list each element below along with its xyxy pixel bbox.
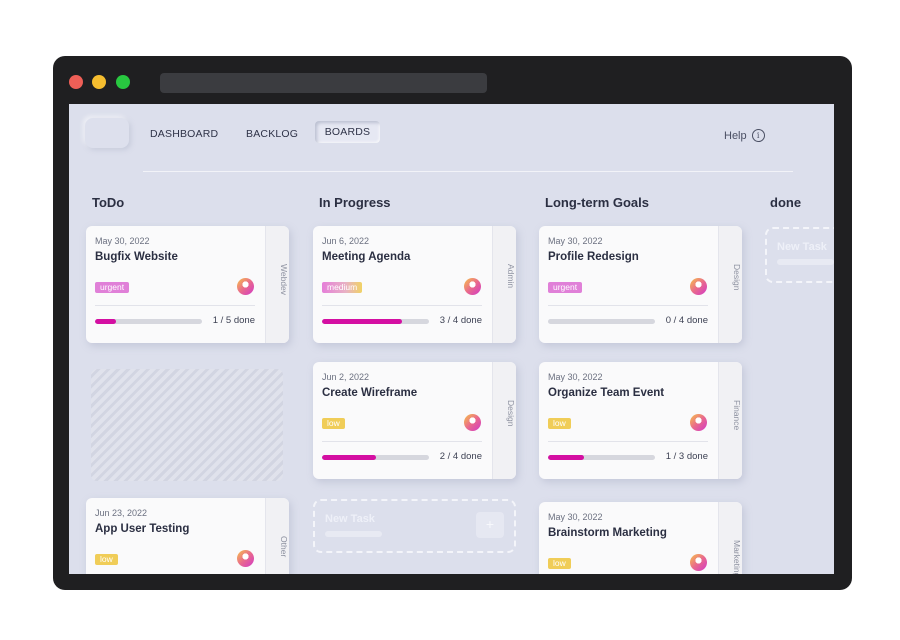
- card-date: Jun 2, 2022: [322, 372, 370, 382]
- new-task-line: [325, 531, 382, 537]
- help-label: Help: [724, 129, 747, 142]
- progress-text: 1 / 5 done: [212, 315, 255, 326]
- task-card[interactable]: May 30, 2022 Brainstorm Marketing low Ma…: [539, 502, 742, 574]
- plus-icon[interactable]: +: [476, 512, 504, 538]
- progress-fill: [548, 455, 584, 460]
- progress-text: 1 / 3 done: [665, 451, 708, 462]
- assignee-avatar[interactable]: [464, 278, 481, 295]
- card-side-panel: Marketing: [718, 502, 742, 574]
- card-title: Create Wireframe: [322, 387, 418, 399]
- new-task-label: New Task: [325, 513, 375, 525]
- minimize-window-button[interactable]: [92, 75, 106, 89]
- close-window-button[interactable]: [69, 75, 83, 89]
- progress-bar: [548, 319, 655, 324]
- card-title: App User Testing: [95, 523, 190, 535]
- kanban-app: DASHBOARD BACKLOG BOARDS Help i ToDo In …: [69, 104, 834, 574]
- progress-fill: [95, 319, 117, 324]
- card-title: Organize Team Event: [548, 387, 665, 399]
- progress-fill: [322, 455, 376, 460]
- progress-bar: [322, 319, 429, 324]
- new-task-button[interactable]: New Task +: [313, 499, 516, 553]
- card-side-panel: Design: [718, 226, 742, 343]
- nav-boards[interactable]: BOARDS: [315, 121, 380, 143]
- nav-backlog[interactable]: BACKLOG: [246, 122, 298, 146]
- progress-text: 3 / 4 done: [439, 315, 482, 326]
- category-label: Finance: [732, 400, 742, 431]
- task-card[interactable]: Jun 23, 2022 App User Testing low Other: [86, 498, 289, 574]
- new-task-button-done[interactable]: New Task: [765, 227, 834, 283]
- help-link[interactable]: Help i: [724, 129, 765, 142]
- priority-badge: urgent: [95, 282, 130, 293]
- card-title: Brainstorm Marketing: [548, 527, 667, 539]
- priority-badge: urgent: [548, 282, 583, 293]
- card-side-panel: Design: [492, 362, 516, 479]
- progress-bar: [548, 455, 655, 460]
- category-label: Design: [506, 400, 516, 427]
- task-card[interactable]: May 30, 2022 Bugfix Website urgent 1 / 5…: [86, 226, 289, 343]
- column-title-in-progress: In Progress: [319, 195, 391, 210]
- progress-fill: [322, 319, 403, 324]
- logo[interactable]: [85, 118, 129, 148]
- card-title: Meeting Agenda: [322, 251, 411, 263]
- assignee-avatar[interactable]: [237, 278, 254, 295]
- card-title: Profile Redesign: [548, 251, 639, 263]
- task-card[interactable]: May 30, 2022 Organize Team Event low 1 /…: [539, 362, 742, 479]
- card-side-panel: Admin: [492, 226, 516, 343]
- column-title-long-term-goals: Long-term Goals: [545, 195, 650, 210]
- task-card[interactable]: Jun 6, 2022 Meeting Agenda medium 3 / 4 …: [313, 226, 516, 343]
- assignee-avatar[interactable]: [690, 554, 707, 571]
- card-divider: [322, 305, 482, 306]
- priority-badge: low: [548, 558, 571, 569]
- priority-badge: medium: [322, 282, 363, 293]
- card-side-panel: Other: [265, 498, 289, 574]
- card-side-panel: Webdev: [265, 226, 289, 343]
- maximize-window-button[interactable]: [116, 75, 130, 89]
- card-date: May 30, 2022: [95, 236, 150, 246]
- card-divider: [322, 441, 482, 442]
- card-date: Jun 6, 2022: [322, 236, 370, 246]
- progress-bar: [95, 319, 202, 324]
- assignee-avatar[interactable]: [237, 550, 254, 567]
- assignee-avatar[interactable]: [464, 414, 481, 431]
- category-label: Webdev: [279, 264, 289, 296]
- assignee-avatar[interactable]: [690, 414, 707, 431]
- header-divider: [143, 171, 793, 172]
- column-title-todo: ToDo: [92, 195, 125, 210]
- priority-badge: low: [548, 418, 571, 429]
- category-label: Marketing: [732, 540, 742, 574]
- info-icon: i: [751, 129, 765, 142]
- priority-badge: low: [95, 554, 118, 565]
- card-date: Jun 23, 2022: [95, 508, 148, 518]
- card-drop-placeholder: [91, 369, 283, 481]
- card-divider: [548, 441, 708, 442]
- progress-text: 0 / 4 done: [665, 315, 708, 326]
- address-bar[interactable]: [160, 73, 487, 93]
- card-date: May 30, 2022: [548, 372, 603, 382]
- new-task-line: [777, 259, 834, 265]
- card-title: Bugfix Website: [95, 251, 178, 263]
- new-task-label: New Task: [777, 241, 827, 253]
- card-divider: [548, 305, 708, 306]
- progress-bar: [322, 455, 429, 460]
- category-label: Design: [732, 264, 742, 291]
- priority-badge: low: [322, 418, 345, 429]
- card-side-panel: Finance: [718, 362, 742, 479]
- card-date: May 30, 2022: [548, 236, 603, 246]
- category-label: Admin: [506, 264, 516, 289]
- task-card[interactable]: May 30, 2022 Profile Redesign urgent 0 /…: [539, 226, 742, 343]
- task-card[interactable]: Jun 2, 2022 Create Wireframe low 2 / 4 d…: [313, 362, 516, 479]
- assignee-avatar[interactable]: [690, 278, 707, 295]
- browser-window: DASHBOARD BACKLOG BOARDS Help i ToDo In …: [53, 56, 852, 590]
- column-title-done: done: [770, 195, 802, 210]
- progress-text: 2 / 4 done: [439, 451, 482, 462]
- category-label: Other: [279, 536, 289, 558]
- card-divider: [95, 305, 255, 306]
- nav-dashboard[interactable]: DASHBOARD: [150, 122, 218, 146]
- card-date: May 30, 2022: [548, 512, 603, 522]
